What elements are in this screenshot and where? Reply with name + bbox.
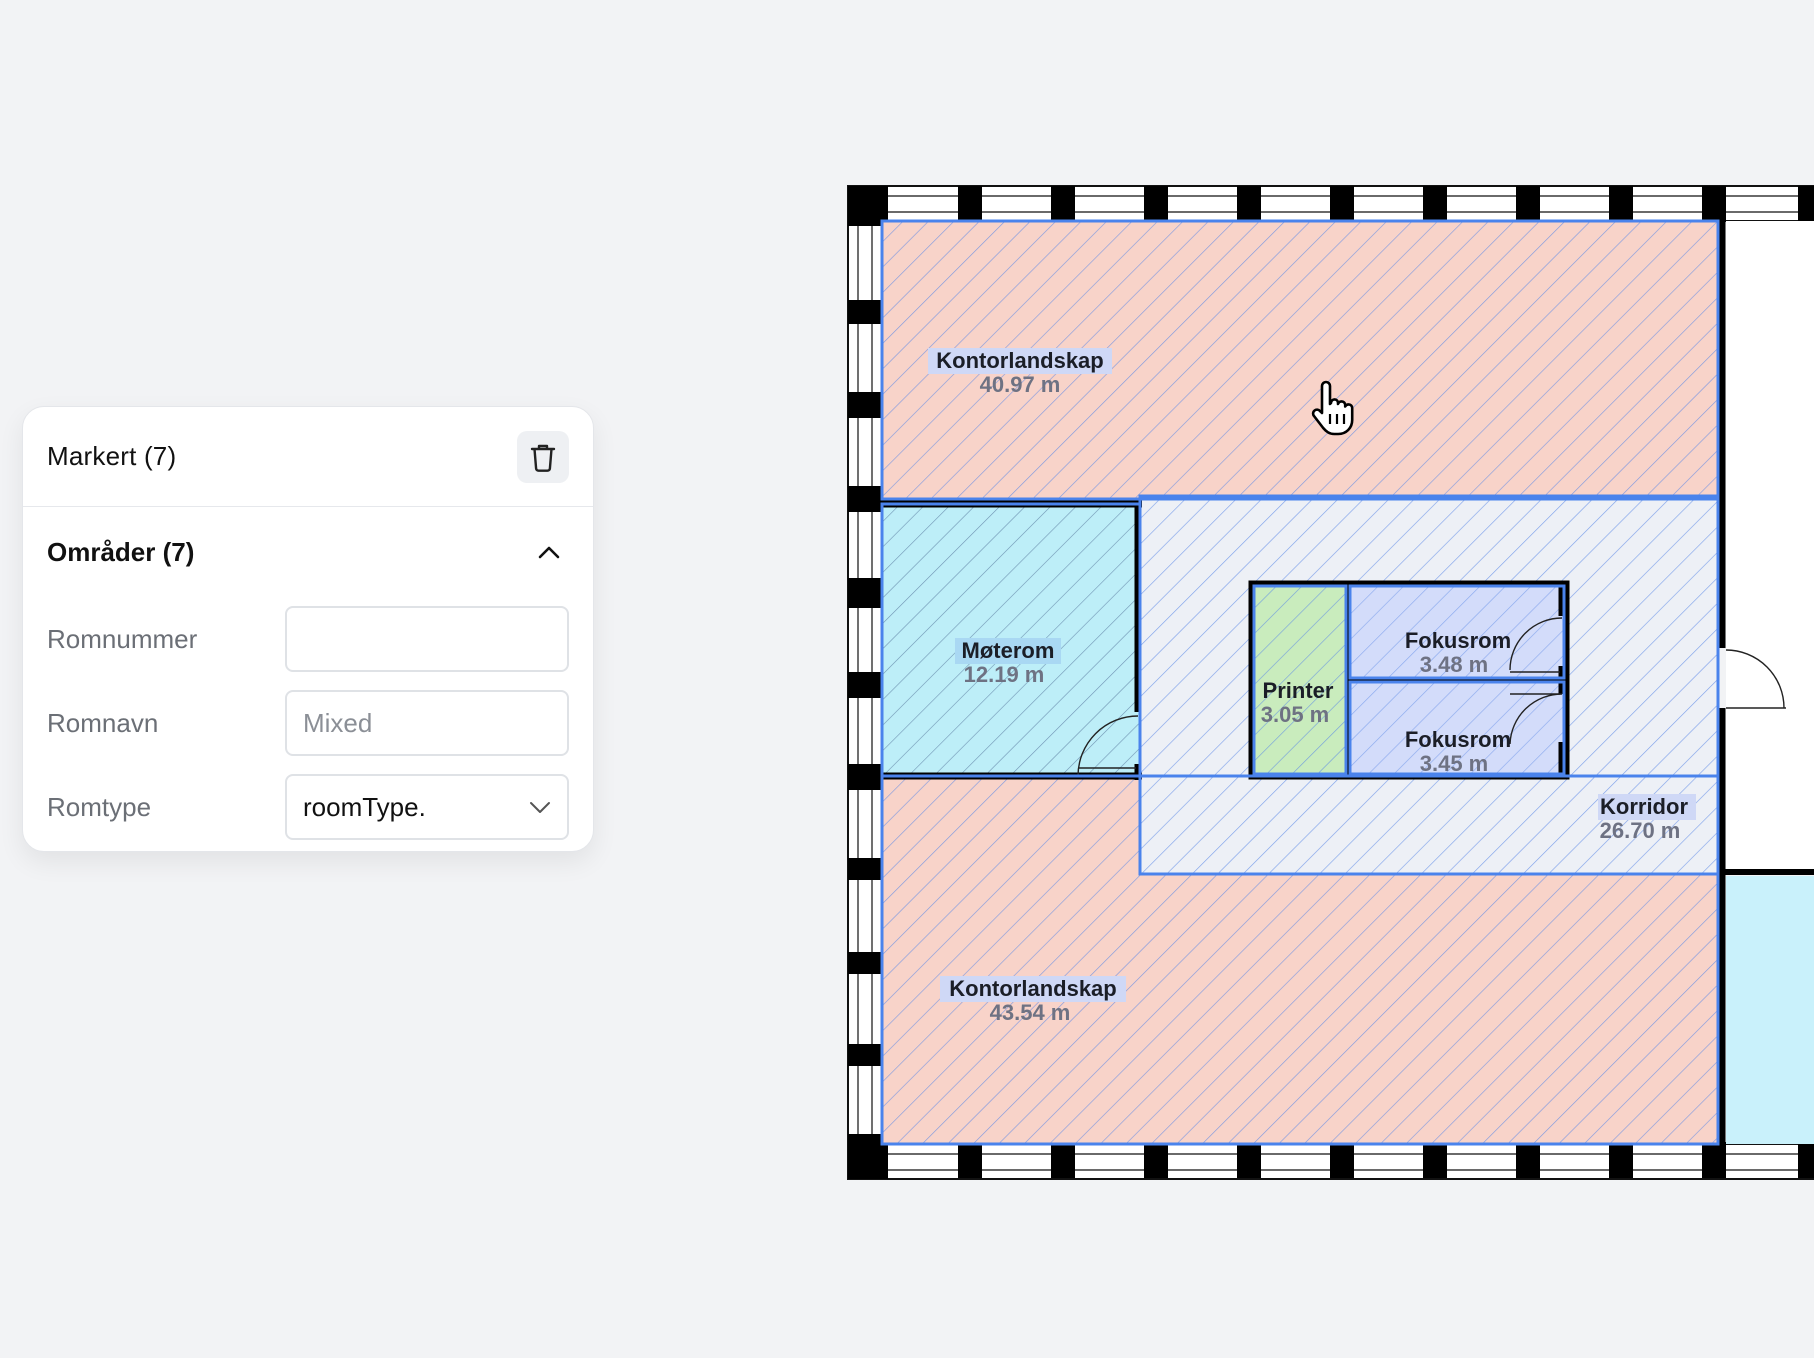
adjacent-room: [1726, 221, 1814, 1144]
room-name-text: Kontorlandskap: [936, 348, 1103, 373]
room-area-text: 3.45 m: [1420, 751, 1489, 776]
room-number-row: Romnummer: [23, 597, 593, 681]
room-area-text: 43.54 m: [990, 1000, 1071, 1025]
room-area-text: 3.05 m: [1261, 702, 1330, 727]
room-label-printer: Printer 3.05 m: [1261, 678, 1334, 727]
selection-title: Markert (7): [47, 441, 177, 471]
room-area-text: 12.19 m: [964, 662, 1045, 687]
room-name-text: Møterom: [962, 638, 1055, 663]
floor-plan-canvas[interactable]: Kontorlandskap 40.97 m Møterom 12.19 m P…: [840, 182, 1814, 1182]
room-name-input[interactable]: [285, 690, 569, 756]
room-area-text: 3.48 m: [1420, 652, 1489, 677]
room-name-row: Romnavn: [23, 681, 593, 765]
selection-panel: Markert (7) Områder (7) Romnummer Romnav…: [22, 406, 594, 852]
room-name-text: Korridor: [1600, 794, 1688, 819]
room-type-select[interactable]: roomType.: [285, 774, 569, 840]
room-type-value: roomType.: [303, 791, 426, 822]
areas-section-title: Områder (7): [47, 536, 195, 567]
chevron-up-icon: [538, 546, 560, 559]
room-area-text: 26.70 m: [1600, 818, 1681, 843]
room-type-label: Romtype: [47, 791, 152, 822]
trash-icon: [530, 444, 556, 472]
areas-section-header[interactable]: Områder (7): [23, 507, 593, 597]
room-number-input[interactable]: [285, 606, 569, 672]
room-name-text: Fokusrom: [1405, 727, 1511, 752]
room-name-text: Kontorlandskap: [949, 976, 1116, 1001]
room-area-text: 40.97 m: [980, 372, 1061, 397]
room-name-label: Romnavn: [47, 707, 159, 738]
collapse-section-button[interactable]: [529, 532, 569, 572]
room-name-text: Printer: [1263, 678, 1334, 703]
hand-pointer-icon: [1311, 380, 1354, 436]
room-kontorlandskap-2[interactable]: [882, 776, 1718, 1144]
panel-header: Markert (7): [23, 407, 593, 507]
chevron-down-icon: [530, 802, 550, 813]
delete-selection-button[interactable]: [517, 430, 569, 483]
room-type-row: Romtype roomType.: [23, 765, 593, 849]
room-number-label: Romnummer: [47, 623, 198, 654]
floor-plan-svg: Kontorlandskap 40.97 m Møterom 12.19 m P…: [847, 185, 1814, 1180]
room-name-text: Fokusrom: [1405, 628, 1511, 653]
